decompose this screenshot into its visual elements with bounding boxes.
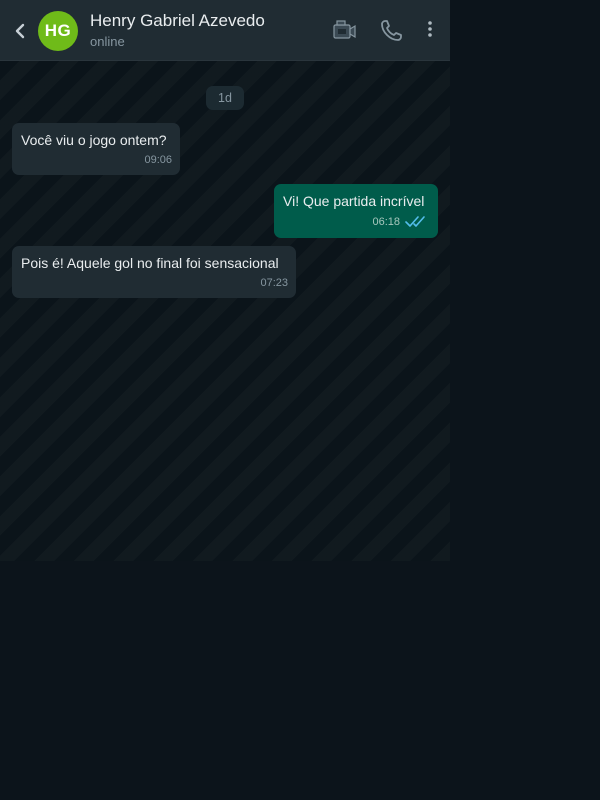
chat-window: HG Henry Gabriel Azevedo online 1d Você … <box>0 0 450 561</box>
message-incoming[interactable]: Pois é! Aquele gol no final foi sensacio… <box>12 246 296 298</box>
contact-name[interactable]: Henry Gabriel Azevedo <box>90 11 265 31</box>
message-outgoing[interactable]: Vi! Que partida incrível 06:18 <box>274 184 438 238</box>
avatar[interactable]: HG <box>38 11 78 51</box>
chat-header: HG Henry Gabriel Azevedo online <box>0 0 450 61</box>
contact-status: online <box>90 34 125 49</box>
message-text: Vi! Que partida incrível <box>283 193 425 209</box>
message-time: 06:18 <box>372 216 400 228</box>
message-incoming[interactable]: Você viu o jogo ontem? 09:06 <box>12 123 180 175</box>
message-text: Pois é! Aquele gol no final foi sensacio… <box>21 255 279 271</box>
message-time: 09:06 <box>144 154 172 166</box>
message-text: Você viu o jogo ontem? <box>21 132 167 148</box>
read-receipt-icon <box>405 216 425 227</box>
phone-icon[interactable] <box>378 18 404 44</box>
date-divider: 1d <box>206 86 244 110</box>
back-chevron-icon[interactable] <box>10 18 30 44</box>
video-camera-icon[interactable] <box>332 18 358 44</box>
message-time: 07:23 <box>260 277 288 289</box>
more-vertical-icon[interactable] <box>421 18 439 44</box>
